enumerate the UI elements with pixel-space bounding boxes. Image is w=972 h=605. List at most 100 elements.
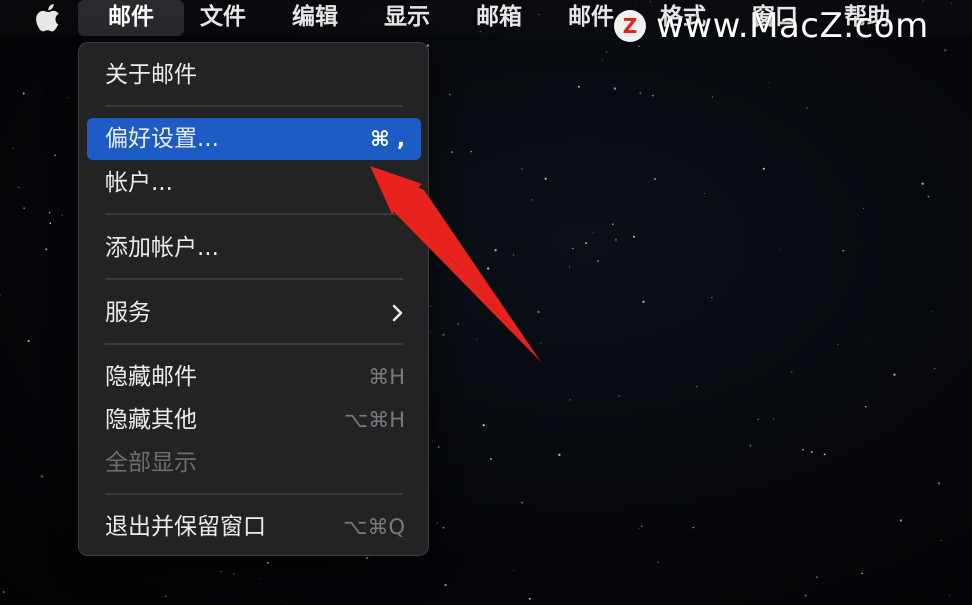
menu-item-label: 添加帐户... (105, 235, 219, 261)
menu-separator (105, 105, 403, 107)
macz-logo-icon: Z (614, 10, 646, 42)
star (601, 59, 603, 61)
star (528, 597, 531, 600)
star (642, 300, 645, 304)
star (512, 254, 514, 256)
star (749, 444, 752, 447)
star (512, 570, 514, 572)
star (704, 193, 706, 195)
star (779, 248, 781, 250)
menu-item-label: 隐藏其他 (105, 407, 197, 433)
star (430, 331, 432, 333)
star (531, 199, 533, 201)
star (568, 266, 570, 268)
menu-item-shortcut: ⌥⌘Q (343, 515, 405, 539)
star (932, 310, 934, 312)
star (899, 519, 902, 522)
star (164, 595, 167, 598)
star (614, 238, 618, 241)
star (773, 418, 775, 420)
star (12, 147, 14, 149)
star (632, 235, 636, 238)
menu-item-add-account[interactable]: 添加帐户... (87, 227, 421, 269)
star (790, 370, 793, 373)
star (27, 340, 30, 343)
star (837, 343, 839, 346)
star (865, 405, 867, 408)
star (49, 222, 52, 225)
star (520, 501, 524, 504)
star (934, 367, 936, 370)
apple-logo-icon[interactable] (36, 4, 62, 32)
star (944, 49, 947, 52)
star (862, 207, 865, 210)
chevron-right-icon (392, 304, 403, 322)
star (489, 457, 492, 460)
star (464, 250, 466, 252)
star (810, 450, 813, 454)
menu-item-services[interactable]: 服务 (87, 292, 421, 334)
star (521, 168, 523, 170)
star (842, 249, 844, 252)
menu-item-label: 帐户... (105, 170, 173, 196)
menu-item-hide-mail[interactable]: 隐藏邮件 ⌘H (87, 356, 421, 398)
star (657, 561, 659, 563)
star (569, 399, 571, 401)
star (476, 338, 478, 340)
star (487, 267, 490, 270)
star (652, 94, 654, 97)
star (444, 583, 447, 587)
star (285, 603, 287, 605)
star (438, 446, 440, 448)
star (802, 448, 804, 451)
star (757, 418, 759, 420)
menubar-item-mail[interactable]: 邮件 (78, 0, 184, 36)
menu-item-hide-others[interactable]: 隐藏其他 ⌥⌘H (87, 399, 421, 441)
menubar-item-message[interactable]: 邮件 (564, 0, 618, 36)
star (455, 265, 457, 268)
menu-item-quit-and-keep-windows[interactable]: 退出并保留窗口 ⌥⌘Q (87, 506, 421, 548)
menubar-item-view[interactable]: 显示 (380, 0, 434, 36)
star (450, 151, 453, 154)
star (868, 343, 870, 345)
menubar-item-mailbox[interactable]: 邮箱 (472, 0, 526, 36)
menu-separator (105, 278, 403, 280)
star (612, 223, 614, 225)
star (711, 297, 713, 299)
star (605, 51, 608, 53)
star (861, 572, 863, 575)
menu-item-preferences[interactable]: 偏好设置... ⌘ , (87, 118, 421, 160)
star (258, 578, 260, 580)
star (949, 594, 951, 596)
star (653, 177, 657, 181)
menubar-item-edit[interactable]: 编辑 (288, 0, 342, 36)
star (2, 591, 5, 593)
watermark: Z www.MacZ.com (614, 6, 929, 46)
menu-item-accounts[interactable]: 帐户... (87, 162, 421, 204)
star (639, 92, 642, 95)
menu-item-label: 隐藏邮件 (105, 364, 197, 390)
star (266, 561, 269, 564)
star (762, 167, 765, 170)
star (54, 154, 57, 157)
menu-separator (105, 343, 403, 345)
mail-app-menu: 关于邮件 偏好设置... ⌘ , 帐户... 添加帐户... 服务 隐藏邮件 ⌘… (78, 42, 429, 556)
menu-item-show-all: 全部显示 (87, 442, 421, 484)
menu-item-shortcut: ⌘ , (370, 127, 405, 151)
star (893, 373, 896, 376)
star (638, 528, 640, 530)
menubar-item-file[interactable]: 文件 (196, 0, 250, 36)
star (618, 395, 620, 397)
star (816, 576, 818, 578)
menu-item-about-mail[interactable]: 关于邮件 (87, 54, 421, 96)
menu-item-label: 关于邮件 (105, 62, 197, 88)
star (921, 182, 924, 185)
star (937, 481, 941, 485)
star (613, 87, 617, 90)
star (430, 305, 432, 307)
star (45, 248, 48, 251)
star (17, 186, 20, 189)
star (641, 525, 643, 527)
star (482, 424, 485, 427)
menu-separator (105, 493, 403, 495)
